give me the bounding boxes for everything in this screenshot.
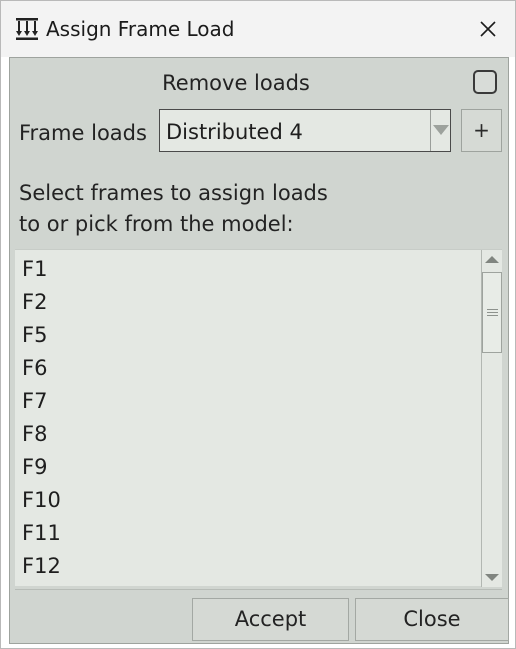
- title-bar[interactable]: Assign Frame Load: [1, 1, 515, 57]
- scroll-down-arrow-icon[interactable]: [482, 567, 502, 587]
- frame-list-item[interactable]: F5: [15, 316, 481, 349]
- frame-list-item[interactable]: F10: [15, 481, 481, 514]
- instructions-line-1: Select frames to assign loads: [19, 181, 328, 205]
- footer-divider: [15, 589, 502, 590]
- frame-list-item[interactable]: F11: [15, 514, 481, 547]
- remove-loads-label: Remove loads: [162, 71, 310, 95]
- chevron-down-icon: [433, 125, 449, 135]
- dialog-body: Remove loads Frame loads Distributed 4 +…: [9, 57, 509, 644]
- instructions-line-2: to or pick from the model:: [19, 212, 294, 236]
- grip-line: [487, 309, 498, 310]
- add-frame-load-button[interactable]: +: [461, 109, 502, 152]
- frame-list-item[interactable]: F1: [15, 250, 481, 283]
- dropdown-button[interactable]: [430, 110, 450, 151]
- assign-frame-load-dialog: Assign Frame Load Remove loads Frame loa…: [0, 0, 516, 649]
- frame-loads-selected-value: Distributed 4: [166, 120, 303, 144]
- grip-line: [487, 312, 498, 313]
- frame-list-item[interactable]: F9: [15, 448, 481, 481]
- scroll-up-arrow-icon[interactable]: [482, 250, 502, 270]
- vertical-scrollbar[interactable]: [481, 250, 502, 587]
- window-title: Assign Frame Load: [46, 17, 235, 41]
- grip-line: [487, 315, 498, 316]
- frame-loads-label: Frame loads: [19, 121, 147, 145]
- frame-list-item[interactable]: F6: [15, 349, 481, 382]
- frame-list-item[interactable]: F2: [15, 283, 481, 316]
- frame-list-item[interactable]: F8: [15, 415, 481, 448]
- frame-list-item[interactable]: F12: [15, 547, 481, 580]
- remove-loads-checkbox[interactable]: [473, 70, 497, 94]
- frames-list-items: F1 F2 F5 F6 F7 F8 F9 F10 F11 F12: [15, 250, 481, 587]
- close-button[interactable]: Close: [355, 598, 509, 641]
- scrollbar-thumb[interactable]: [482, 272, 502, 353]
- frame-load-icon: [15, 17, 39, 41]
- frame-loads-select[interactable]: Distributed 4: [159, 109, 451, 152]
- accept-button[interactable]: Accept: [192, 598, 349, 641]
- frame-list-item[interactable]: F7: [15, 382, 481, 415]
- frames-list[interactable]: F1 F2 F5 F6 F7 F8 F9 F10 F11 F12: [15, 249, 502, 587]
- instructions-text: Select frames to assign loads to or pick…: [19, 178, 499, 240]
- close-icon[interactable]: [475, 16, 501, 42]
